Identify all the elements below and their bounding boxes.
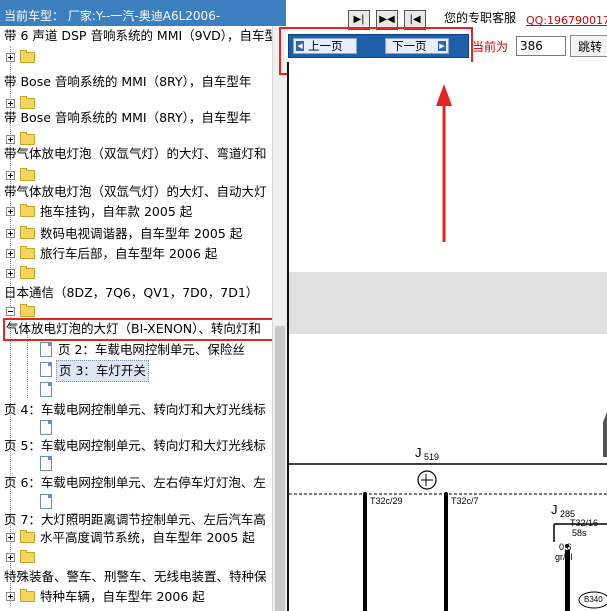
expand-plus-icon[interactable]	[6, 592, 15, 601]
folder-icon	[20, 246, 35, 259]
qq-link[interactable]: QQ:196790017	[526, 14, 607, 27]
expand-plus-icon[interactable]	[6, 269, 15, 278]
pin-t32c7-label: T32c/7	[451, 496, 479, 506]
wire-t32c7	[444, 494, 448, 611]
folder-icon	[20, 226, 35, 239]
expand-plus-icon[interactable]	[6, 229, 15, 238]
folder-icon	[20, 204, 35, 217]
tree-item-label: 页 6：车载电网控制单元、左右停车灯灯泡、左	[4, 475, 266, 490]
expand-plus-icon[interactable]	[6, 207, 15, 216]
tree-node-collapsed[interactable]	[0, 548, 40, 568]
tree-item-label: 页 4：车载电网控制单元、转向灯和大灯光线标	[4, 402, 266, 417]
tree-item-label: 数码电视调谐器，自车型年 2005 起	[40, 226, 243, 241]
tree-item-label: 日本通信（8DZ，7Q6，QV1，7D0，7D1）	[4, 285, 259, 300]
tree-item-label: 带 6 声道 DSP 音响系统的 MMI（9VD），自车型年	[4, 28, 272, 43]
wire-color-label: gr/bl	[555, 552, 573, 562]
tree-item-label: 页 3：车灯开关	[56, 360, 149, 382]
title-bar: 当前车型： 厂家:Y--一汽-奥迪A6L2006-	[0, 0, 286, 26]
folder-open-icon	[20, 304, 35, 317]
folder-icon	[20, 530, 35, 543]
tree-item-label: 带 Bose 音响系统的 MMI（8RY），自车型年	[4, 110, 252, 125]
tree-doc-item[interactable]	[0, 418, 56, 438]
expand-plus-icon[interactable]	[6, 553, 15, 562]
tree-node-collapsed[interactable]	[0, 264, 40, 284]
component-j519-label: J	[415, 445, 422, 460]
tree-item-label: 特种车辆，自车型年 2006 起	[40, 589, 205, 604]
tree-item-label: 水平高度调节系统，自车型年 2005 起	[40, 530, 255, 545]
tree-item-label: 页 7：大灯照明距离调节控制单元、左后汽车高	[4, 512, 266, 527]
current-page-label: 当前为	[472, 40, 509, 54]
pin-58s-label: 58s	[572, 528, 587, 538]
annotation-arrow-head	[436, 84, 452, 106]
component-j285-label: J	[551, 502, 558, 517]
expand-plus-icon[interactable]	[6, 99, 15, 108]
scrollbar-thumb[interactable]	[275, 326, 285, 611]
document-icon	[40, 420, 52, 435]
document-icon	[40, 382, 52, 397]
service-label: 您的专职客服	[444, 11, 517, 25]
expand-plus-icon[interactable]	[6, 53, 15, 62]
tree-doc-item[interactable]	[0, 380, 56, 400]
expand-plus-icon[interactable]	[6, 533, 15, 542]
tree-doc-item[interactable]	[0, 492, 56, 512]
jump-button[interactable]: 跳转	[570, 35, 607, 57]
tree-doc-item[interactable]	[0, 454, 56, 474]
tree-item-label: 带气体放电灯泡（双氙气灯）的大灯、弯道灯和	[4, 146, 267, 161]
folder-icon	[20, 266, 35, 279]
document-icon	[40, 342, 52, 357]
tree-item-label: 旅行车后部，自车型年 2006 起	[40, 246, 218, 261]
collapse-minus-icon[interactable]	[6, 307, 15, 316]
tree-item-label: 特殊装备、警车、刑警车、无线电装置、特种保	[4, 569, 267, 584]
expand-plus-icon[interactable]	[6, 249, 15, 258]
annotation-highlight-box	[3, 318, 274, 341]
current-model-title: 当前车型： 厂家:Y--一汽-奥迪A6L2006-	[4, 9, 221, 23]
tree-item-label: 页 2：车载电网控制单元、保险丝	[58, 342, 245, 357]
wiring-diagram	[289, 84, 607, 611]
tree-item-label: 带 Bose 音响系统的 MMI（8RY），自车型年	[4, 74, 252, 89]
connector-pin	[444, 492, 448, 496]
page-number-input[interactable]	[516, 36, 566, 56]
document-viewer[interactable]: J 519 T32c/29 T32c/7 J 285 T32/16 58s 0,…	[287, 62, 607, 611]
expand-plus-icon[interactable]	[6, 135, 15, 144]
folder-icon	[20, 589, 35, 602]
diagram-edge-mark	[603, 412, 607, 457]
tree-scrollbar[interactable]	[272, 26, 287, 611]
tree-item-label: 页 5：车载电网控制单元、转向灯和大灯光线标	[4, 438, 266, 453]
document-icon	[40, 456, 52, 471]
folder-icon	[20, 550, 35, 563]
folder-icon	[20, 168, 35, 181]
folder-icon	[20, 50, 35, 63]
tree-item-label: 拖车挂钩，自年款 2005 起	[40, 204, 193, 219]
wire-size-label: 0,6	[559, 542, 572, 552]
component-j519-sub: 519	[424, 452, 440, 462]
document-icon	[40, 494, 52, 509]
tree-item-label: 带气体放电灯泡（双氙气灯）的大灯、自动大灯	[4, 184, 267, 199]
pin-t32-16-label: T32/16	[570, 518, 599, 528]
connection-b340-label: B340	[584, 595, 603, 604]
app-window: 当前车型： 厂家:Y--一汽-奥迪A6L2006- 带 6 声道 DSP 音响系…	[0, 0, 607, 611]
connector-pin	[363, 492, 367, 496]
expand-plus-icon[interactable]	[6, 171, 15, 180]
pin-t32c29-label: T32c/29	[370, 496, 403, 506]
tree-node-collapsed[interactable]	[0, 48, 40, 68]
document-icon	[40, 362, 52, 377]
wire-t32c29	[363, 494, 367, 611]
